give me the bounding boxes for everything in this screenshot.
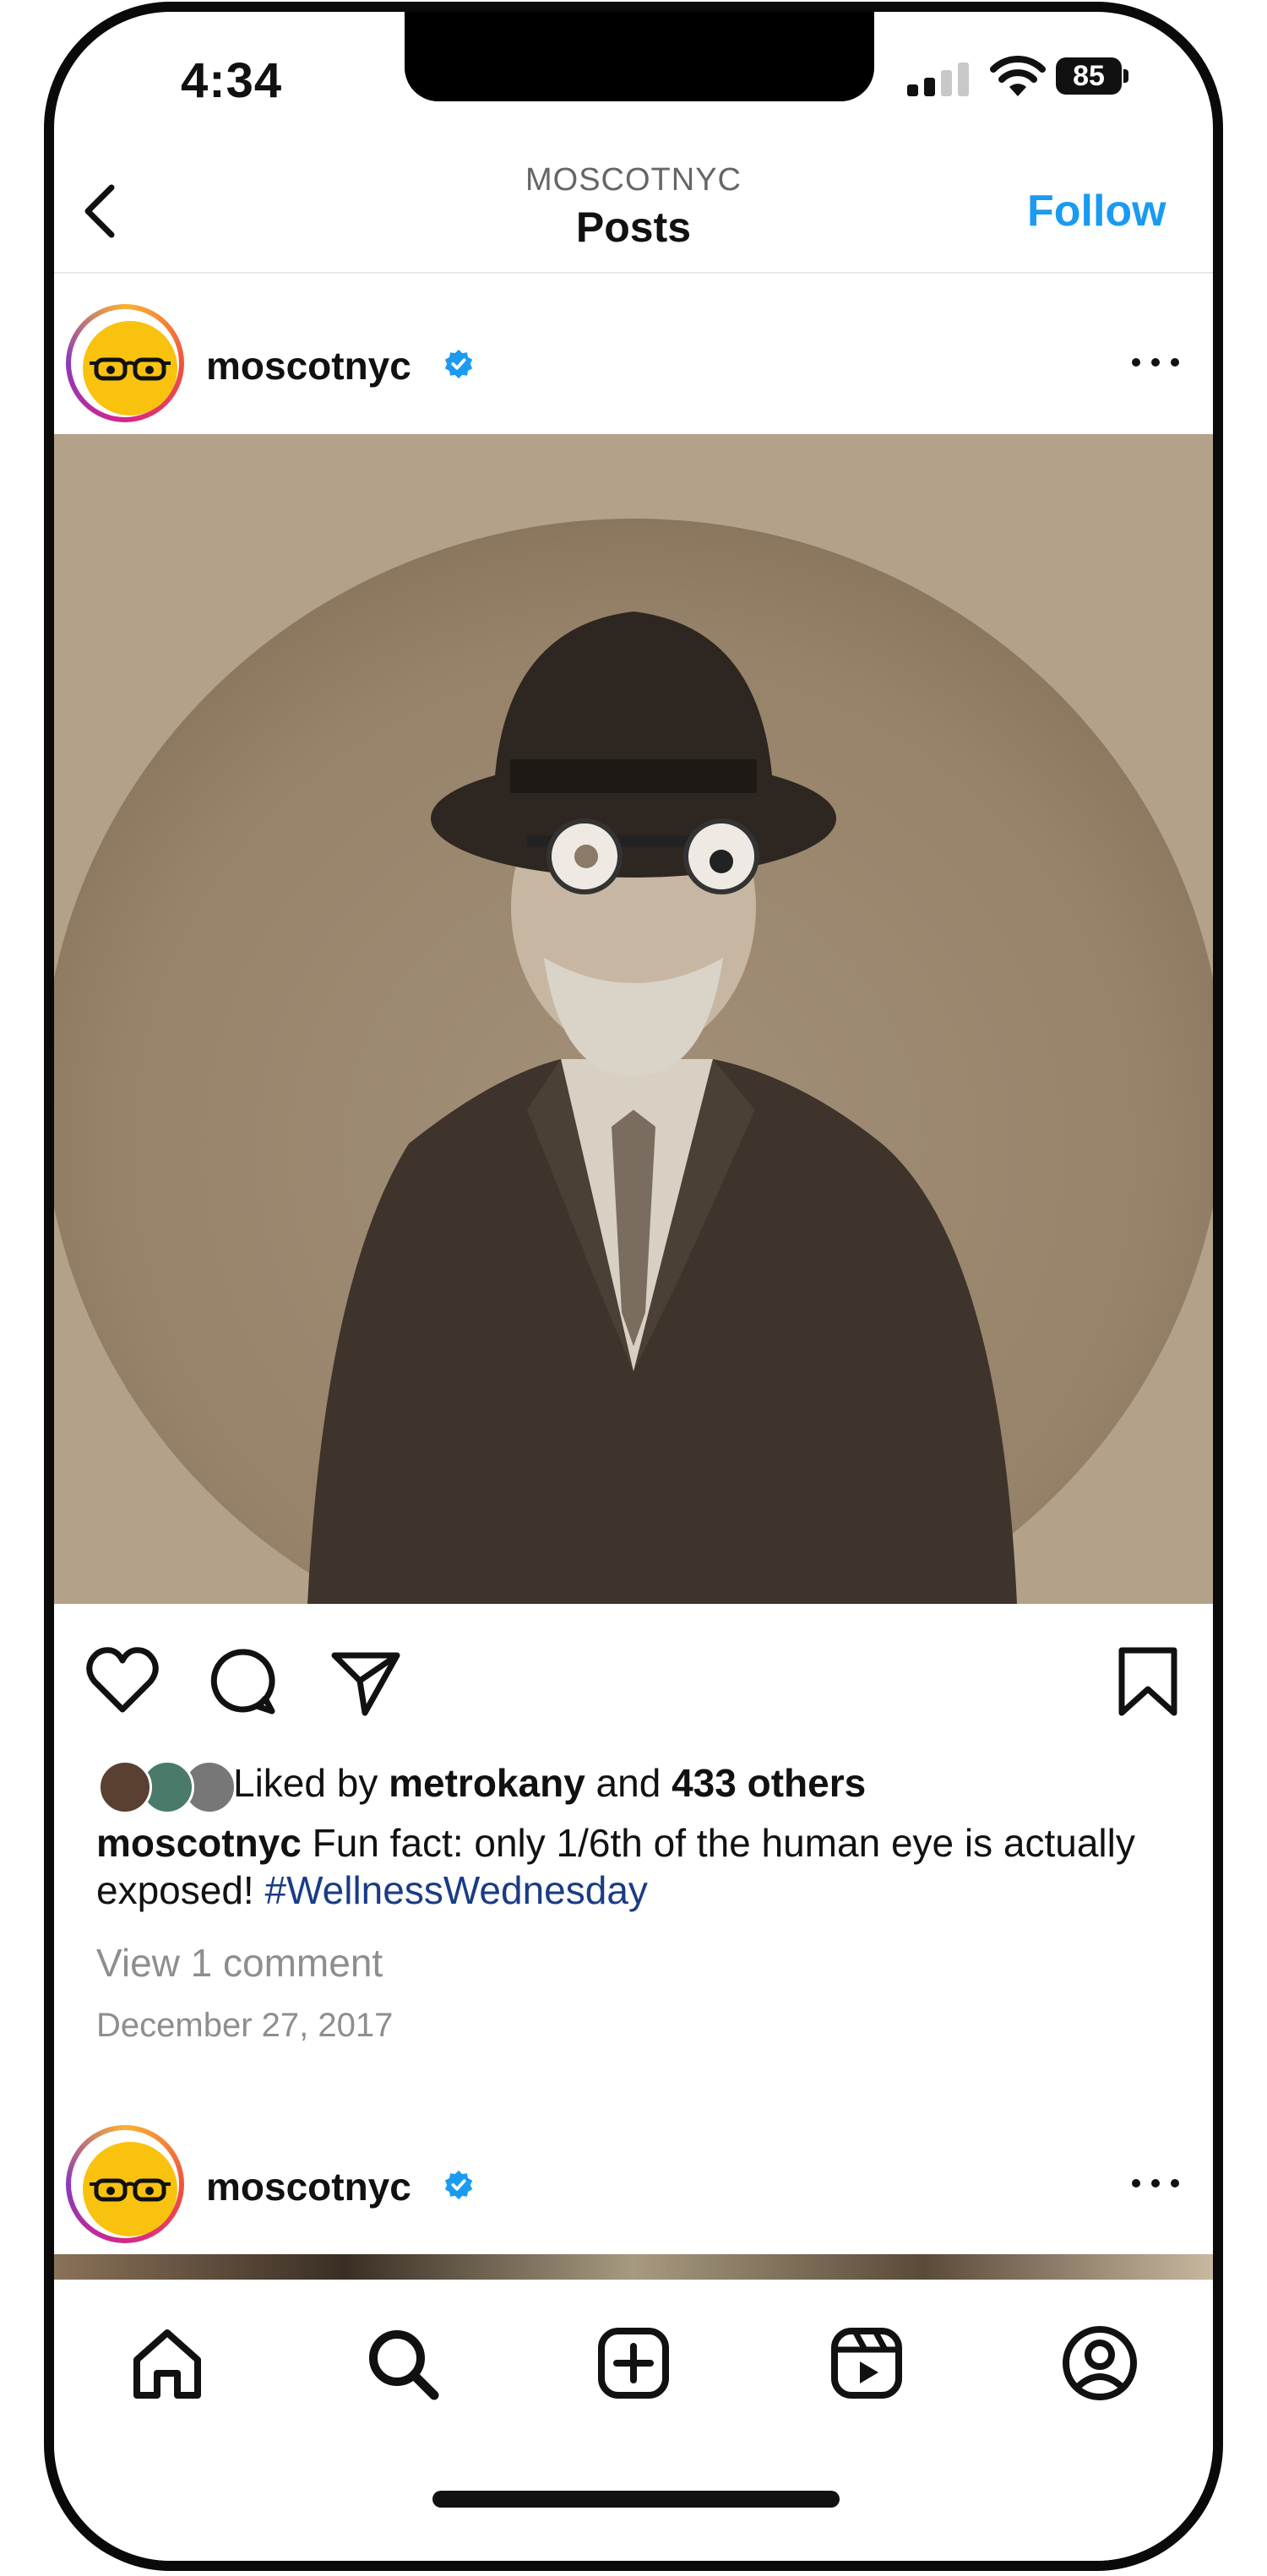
avatar[interactable]: [66, 2125, 184, 2243]
home-icon[interactable]: [127, 2323, 208, 2404]
liked-by-text: Liked by metrokany and 433 others: [233, 1760, 866, 1806]
battery-nub: [1123, 69, 1128, 83]
verified-badge-icon: [444, 2170, 473, 2200]
post-username[interactable]: moscotnyc: [206, 343, 411, 389]
avatar-logo: [83, 321, 177, 416]
liked-by-user[interactable]: metrokany: [389, 1761, 585, 1805]
next-post-photo[interactable]: [54, 2254, 1213, 2280]
reels-icon[interactable]: [826, 2323, 907, 2404]
more-options-icon[interactable]: [1132, 354, 1183, 371]
notch: [405, 12, 874, 101]
follow-button[interactable]: Follow: [1027, 186, 1166, 236]
battery-level: 85: [1056, 57, 1122, 95]
post-caption: moscotnyc Fun fact: only 1/6th of the hu…: [96, 1819, 1186, 1914]
bookmark-icon[interactable]: [1110, 1644, 1186, 1720]
comment-icon[interactable]: [204, 1644, 280, 1720]
avatar-logo: [83, 2142, 177, 2236]
liked-by-connector: and: [585, 1761, 672, 1805]
liked-by-prefix: Liked by: [233, 1761, 389, 1805]
wifi-icon: [990, 56, 1046, 96]
create-post-icon[interactable]: [593, 2323, 674, 2404]
glasses-icon: [90, 357, 171, 381]
cellular-signal-icon: [907, 62, 969, 96]
battery-icon: 85: [1056, 57, 1130, 95]
avatar-ring-gap: [71, 2130, 179, 2238]
post-date: December 27, 2017: [96, 2007, 394, 2044]
profile-icon[interactable]: [1059, 2323, 1140, 2404]
avatar-ring-gap: [71, 309, 179, 417]
avatar[interactable]: [66, 304, 184, 422]
next-post-username[interactable]: moscotnyc: [206, 2164, 411, 2209]
tab-bar: [54, 2280, 1213, 2561]
caption-username[interactable]: moscotnyc: [96, 1821, 302, 1865]
more-options-icon[interactable]: [1132, 2175, 1183, 2192]
status-time: 4:34: [181, 53, 283, 108]
heart-icon[interactable]: [84, 1644, 160, 1720]
liker-avatar: [98, 1760, 152, 1814]
glasses-icon: [90, 2178, 171, 2202]
verified-badge-icon: [444, 349, 473, 379]
home-indicator[interactable]: [432, 2491, 840, 2508]
portrait-illustration: [54, 434, 1213, 1604]
phone-frame: 4:34 85 MOSCOTNYC Posts Follow moscotnyc…: [44, 2, 1223, 2571]
view-comments-link[interactable]: View 1 comment: [96, 1940, 383, 1986]
screen: 4:34 85 MOSCOTNYC Posts Follow moscotnyc…: [54, 12, 1213, 2561]
header-divider: [54, 272, 1213, 274]
share-icon[interactable]: [328, 1644, 404, 1720]
liked-by-others[interactable]: 433 others: [672, 1761, 866, 1805]
post-photo[interactable]: [54, 434, 1213, 1604]
liked-by-avatars[interactable]: [98, 1760, 237, 1814]
caption-hashtag[interactable]: #WellnessWednesday: [264, 1868, 647, 1912]
search-icon[interactable]: [362, 2323, 443, 2404]
